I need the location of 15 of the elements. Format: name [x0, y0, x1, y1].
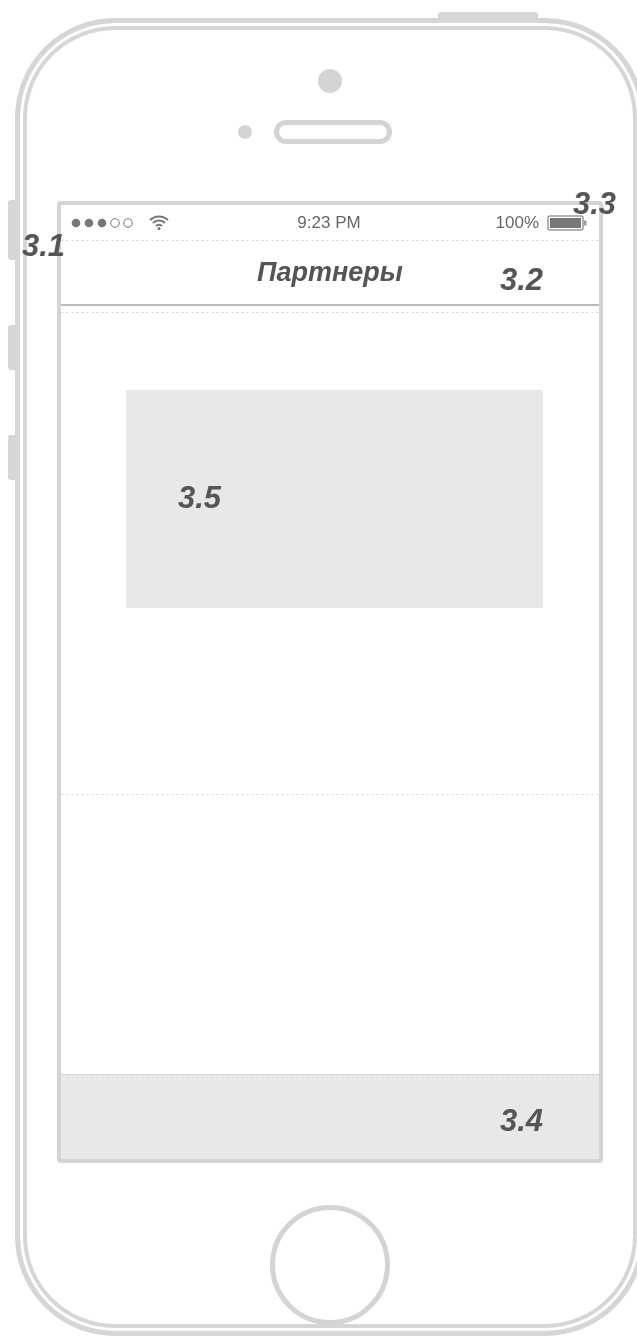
sensor-icon: [238, 125, 252, 139]
annotation-label: 3.5: [178, 480, 222, 516]
annotation-label: 3.4: [500, 1103, 544, 1139]
screen-title: Партнеры: [257, 257, 403, 288]
wifi-icon: [149, 215, 169, 230]
home-button[interactable]: [270, 1205, 390, 1325]
annotation-label: 3.2: [500, 262, 544, 298]
speaker-icon: [274, 120, 392, 144]
annotation-label: 3.3: [573, 186, 617, 222]
annotation-label: 3.1: [22, 228, 66, 264]
status-time: 9:23 PM: [297, 212, 361, 233]
battery-icon: [547, 214, 587, 231]
battery-percent: 100%: [495, 212, 539, 233]
signal-icon: [71, 217, 135, 228]
camera-icon: [318, 69, 342, 93]
